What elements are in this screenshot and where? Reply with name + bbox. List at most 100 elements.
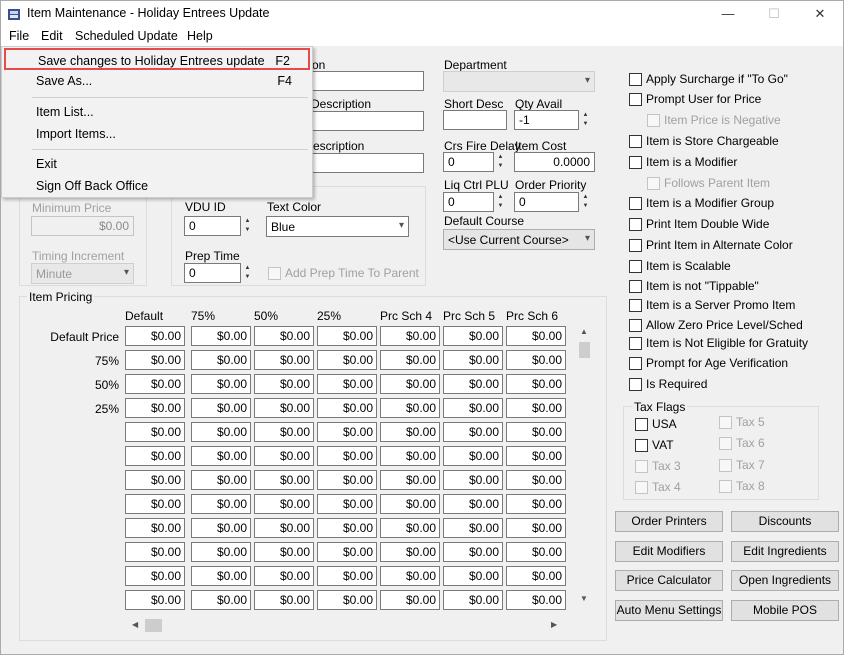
price-cell[interactable]: $0.00 [254,326,314,346]
text-color-select[interactable]: Blue ▾ [266,216,409,237]
liq-ctrl-plu-input[interactable]: 0 [443,192,494,212]
price-cell[interactable]: $0.00 [191,374,251,394]
price-cell[interactable]: $0.00 [380,470,440,490]
price-cell[interactable]: $0.00 [254,422,314,442]
price-cell[interactable]: $0.00 [506,326,566,346]
price-cell[interactable]: $0.00 [506,350,566,370]
order-priority-spinner[interactable]: ▲ ▼ [579,193,592,211]
scroll-up-icon[interactable]: ▲ [580,327,588,336]
price-cell[interactable]: $0.00 [317,350,377,370]
price-cell[interactable]: $0.00 [506,422,566,442]
price-cell[interactable]: $0.00 [191,422,251,442]
price-cell[interactable]: $0.00 [506,470,566,490]
price-cell[interactable]: $0.00 [317,518,377,538]
price-cell[interactable]: $0.00 [506,446,566,466]
pricing-hscroll-thumb[interactable] [145,619,162,632]
price-cell[interactable]: $0.00 [254,566,314,586]
description-input[interactable] [301,111,424,131]
edit-modifiers-button[interactable]: Edit Modifiers [615,540,723,562]
price-cell[interactable]: $0.00 [254,470,314,490]
pricing-vscroll[interactable]: ▲ ▼ [577,327,592,607]
price-cell[interactable]: $0.00 [191,398,251,418]
price-cell[interactable]: $0.00 [125,326,185,346]
price-cell[interactable]: $0.00 [506,374,566,394]
price-cell[interactable]: $0.00 [380,590,440,610]
minimize-button[interactable]: — [705,1,751,27]
price-cell[interactable]: $0.00 [125,566,185,586]
close-button[interactable]: ✕ [797,1,843,27]
prep-time-input[interactable]: 0 [184,263,241,283]
price-cell[interactable]: $0.00 [443,494,503,514]
price-cell[interactable]: $0.00 [443,446,503,466]
price-cell[interactable]: $0.00 [191,542,251,562]
price-cell[interactable]: $0.00 [125,470,185,490]
price-cell[interactable]: $0.00 [380,398,440,418]
price-cell[interactable]: $0.00 [380,446,440,466]
price-cell[interactable]: $0.00 [506,590,566,610]
price-cell[interactable]: $0.00 [254,398,314,418]
price-cell[interactable]: $0.00 [443,542,503,562]
menu-item-save-as[interactable]: Save As... F4 [4,70,310,92]
price-cell[interactable]: $0.00 [380,326,440,346]
price-cell[interactable]: $0.00 [317,590,377,610]
price-cell[interactable]: $0.00 [254,446,314,466]
qty-avail-input[interactable]: -1 [514,110,579,130]
price-cell[interactable]: $0.00 [317,422,377,442]
price-cell[interactable]: $0.00 [506,398,566,418]
price-cell[interactable]: $0.00 [191,566,251,586]
price-cell[interactable]: $0.00 [317,374,377,394]
price-cell[interactable]: $0.00 [317,542,377,562]
timing-increment-select[interactable]: Minute ▾ [31,263,134,284]
price-cell[interactable]: $0.00 [506,542,566,562]
menu-file[interactable]: File [9,29,29,43]
order-priority-input[interactable]: 0 [514,192,579,212]
price-cell[interactable]: $0.00 [254,518,314,538]
price-cell[interactable]: $0.00 [506,518,566,538]
price-cell[interactable]: $0.00 [443,374,503,394]
scroll-down-icon[interactable]: ▼ [580,594,588,603]
price-cell[interactable]: $0.00 [443,398,503,418]
price-cell[interactable]: $0.00 [254,374,314,394]
price-cell[interactable]: $0.00 [125,590,185,610]
menu-help[interactable]: Help [187,29,213,43]
pricing-vscroll-thumb[interactable] [579,342,590,358]
menu-item-sign-off[interactable]: Sign Off Back Office [4,175,310,197]
price-cell[interactable]: $0.00 [317,398,377,418]
price-cell[interactable]: $0.00 [380,494,440,514]
default-course-select[interactable]: <Use Current Course> ▾ [443,229,595,250]
mobile-pos-button[interactable]: Mobile POS [731,599,839,621]
price-cell[interactable]: $0.00 [191,470,251,490]
price-cell[interactable]: $0.00 [191,590,251,610]
price-cell[interactable]: $0.00 [317,326,377,346]
discounts-button[interactable]: Discounts [731,511,839,532]
alt-description-input[interactable] [301,153,424,173]
price-cell[interactable]: $0.00 [380,422,440,442]
price-cell[interactable]: $0.00 [443,518,503,538]
price-cell[interactable]: $0.00 [443,590,503,610]
price-cell[interactable]: $0.00 [443,326,503,346]
price-cell[interactable]: $0.00 [191,326,251,346]
order-printers-button[interactable]: Order Printers [615,511,723,532]
open-ingredients-button[interactable]: Open Ingredients [731,570,839,591]
price-cell[interactable]: $0.00 [443,470,503,490]
department-select[interactable]: ▾ [443,71,595,92]
vdu-id-input[interactable]: 0 [184,216,241,236]
price-cell[interactable]: $0.00 [191,494,251,514]
menu-scheduled-update[interactable]: Scheduled Update [75,29,178,43]
price-cell[interactable]: $0.00 [254,590,314,610]
menu-item-item-list[interactable]: Item List... [4,101,310,123]
price-cell[interactable]: $0.00 [317,566,377,586]
price-cell[interactable]: $0.00 [125,446,185,466]
price-cell[interactable]: $0.00 [125,542,185,562]
scroll-right-icon[interactable]: ▶ [551,620,557,629]
maximize-button[interactable]: ☐ [751,1,797,27]
price-cell[interactable]: $0.00 [191,446,251,466]
short-desc-input[interactable] [443,110,507,130]
price-cell[interactable]: $0.00 [443,422,503,442]
prep-time-spinner[interactable]: ▲ ▼ [241,264,254,282]
price-cell[interactable]: $0.00 [443,350,503,370]
price-cell[interactable]: $0.00 [125,518,185,538]
price-cell[interactable]: $0.00 [443,566,503,586]
price-cell[interactable]: $0.00 [191,350,251,370]
edit-ingredients-button[interactable]: Edit Ingredients [731,540,839,562]
